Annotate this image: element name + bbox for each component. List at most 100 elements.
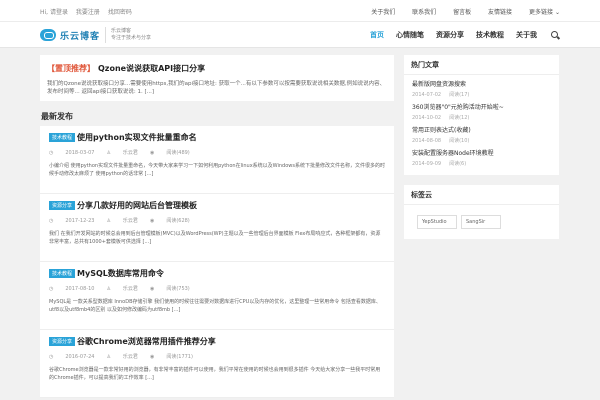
forgot-password-link[interactable]: 找回密码 <box>108 9 132 16</box>
hot-post-link[interactable]: 360浏览器"0"元抢购活动开始啦~ <box>412 102 551 111</box>
post-date: 2018-03-07 <box>65 150 95 156</box>
post-title[interactable]: 技术教程 MySQL数据库常用命令 <box>49 268 385 279</box>
eye-icon: ◉ <box>149 218 155 224</box>
post-meta: ◷ 2017-08-10 ♙ 乐云君 ◉ 阅读(753) <box>49 285 385 292</box>
post-item: 技术教程 使用python实现文件批量重命名 ◷ 2018-03-07 ♙ 乐云君 ◉ 阅读… <box>40 126 394 194</box>
list-item: 360浏览器"0"元抢购活动开始啦~ 2014-10-02 阅读(12) <box>412 102 551 125</box>
greeting-login-link[interactable]: Hi, 请登录 <box>40 9 68 16</box>
hot-post-meta: 2014-10-02 阅读(12) <box>412 114 551 121</box>
category-badge[interactable]: 技术教程 <box>49 133 76 142</box>
post-item: 技术教程 MySQL数据库常用命令 ◷ 2017-08-10 ♙ 乐云君 ◉ 阅读(753)… <box>40 262 394 330</box>
hot-post-meta: 2014-09-09 阅读(6) <box>412 160 551 167</box>
post-views: 阅读(628) <box>166 218 190 224</box>
top-link-more-label: 更多链接 <box>528 9 553 16</box>
nav-resources[interactable]: 资源分享 <box>436 30 464 40</box>
clock-icon: ◷ <box>49 150 54 156</box>
post-views: 阅读(753) <box>166 286 190 292</box>
main-content: 【置顶推荐】 Qzone说说获取API接口分享 我们的Qzone说说获取接口分享.… <box>40 55 394 398</box>
hot-post-link[interactable]: 最新版网盘资源搜索 <box>412 79 551 88</box>
section-title: 最新发布 <box>41 112 73 121</box>
post-excerpt: 我们 在我们开发网站的时候总会用到后台管理模板(MVC)以及WordPress(… <box>49 231 381 245</box>
sticky-post: 【置顶推荐】 Qzone说说获取API接口分享 我们的Qzone说说获取接口分享.… <box>40 55 394 101</box>
hot-post-date: 2014-10-02 <box>412 115 442 121</box>
hot-posts-widget: 热门文章 最新版网盘资源搜索 2014-07-02 阅读(17) 360浏览器"0… <box>404 55 559 175</box>
logo-divider <box>105 27 107 43</box>
sticky-post-title[interactable]: 【置顶推荐】 Qzone说说获取API接口分享 <box>47 63 387 74</box>
list-item: 最新版网盘资源搜索 2014-07-02 阅读(17) <box>412 79 551 102</box>
top-right-links: 关于我们 联系我们 留言板 友情链接 更多链接 ⌄ <box>356 7 560 16</box>
widget-title: 标签云 <box>404 185 559 205</box>
hot-post-meta: 2014-08-08 阅读(10) <box>412 137 551 144</box>
nav-home[interactable]: 首页 <box>370 30 384 40</box>
eye-icon: ◉ <box>149 150 155 156</box>
nav-tutorials[interactable]: 技术教程 <box>476 30 504 40</box>
sticky-title-text: Qzone说说获取API接口分享 <box>98 64 206 73</box>
search-icon[interactable] <box>551 30 560 40</box>
register-link[interactable]: 我要注册 <box>76 9 100 16</box>
category-badge[interactable]: 资源分享 <box>49 337 76 346</box>
post-author: 乐云君 <box>122 218 138 224</box>
post-meta: ◷ 2016-07-24 ♙ 乐云君 ◉ 阅读(1771) <box>49 353 385 360</box>
logo-subtitle-line2: 专注于技术与分享 <box>111 35 152 41</box>
post-date: 2017-08-10 <box>65 286 95 292</box>
post-meta: ◷ 2017-12-23 ♙ 乐云君 ◉ 阅读(628) <box>49 217 385 224</box>
post-title[interactable]: 资源分享 分享几款好用的网站后台管理模板 <box>49 200 385 211</box>
post-title-text: MySQL数据库常用命令 <box>77 269 164 278</box>
clock-icon: ◷ <box>49 354 54 360</box>
list-item: 常用正则表达式(收藏) 2014-08-08 阅读(10) <box>412 125 551 148</box>
post-meta: ◷ 2018-03-07 ♙ 乐云君 ◉ 阅读(489) <box>49 149 385 156</box>
post-title[interactable]: 资源分享 谷歌Chrome浏览器常用插件推荐分享 <box>49 336 385 347</box>
top-link-guestbook[interactable]: 留言板 <box>453 9 471 16</box>
category-badge[interactable]: 技术教程 <box>49 269 76 278</box>
user-icon: ♙ <box>106 286 111 292</box>
category-badge[interactable]: 资源分享 <box>49 201 76 210</box>
user-links: Hi, 请登录 我要注册 找回密码 <box>40 7 138 16</box>
post-author: 乐云君 <box>122 150 138 156</box>
eye-icon: ◉ <box>149 286 155 292</box>
top-link-friends[interactable]: 友情链接 <box>488 9 512 16</box>
tag-cloud-widget: 标签云 YepStudio SangSir <box>404 185 559 239</box>
main-nav: 首页 心情随笔 资源分享 技术教程 关于我 <box>358 22 560 48</box>
nav-mood[interactable]: 心情随笔 <box>396 30 424 40</box>
tag-chip[interactable]: YepStudio <box>417 215 457 229</box>
top-link-about[interactable]: 关于我们 <box>371 9 395 16</box>
sticky-tag: 【置顶推荐】 <box>47 64 95 73</box>
hot-post-views: 阅读(12) <box>449 115 470 121</box>
widget-title: 热门文章 <box>404 55 559 75</box>
hot-post-views: 阅读(10) <box>449 138 470 144</box>
chevron-down-icon: ⌄ <box>554 9 560 16</box>
post-views: 阅读(489) <box>166 150 190 156</box>
post-item: 资源分享 谷歌Chrome浏览器常用插件推荐分享 ◷ 2016-07-24 ♙ 乐云君 ◉… <box>40 330 394 398</box>
site-logo[interactable]: 乐云博客 乐云博客 专注于技术与分享 <box>40 25 151 45</box>
post-title-text: 谷歌Chrome浏览器常用插件推荐分享 <box>77 337 216 346</box>
logo-subtitle: 乐云博客 专注于技术与分享 <box>111 28 151 42</box>
hot-post-date: 2014-09-09 <box>412 161 442 167</box>
eye-icon: ◉ <box>149 354 155 360</box>
logo-text: 乐云博客 <box>60 31 101 42</box>
hot-post-link[interactable]: 安装配置服务器Node环境教程 <box>412 148 551 157</box>
cloud-logo-icon <box>40 29 56 41</box>
hot-posts-list: 最新版网盘资源搜索 2014-07-02 阅读(17) 360浏览器"0"元抢购活… <box>404 75 559 175</box>
user-icon: ♙ <box>106 218 111 224</box>
clock-icon: ◷ <box>49 218 54 224</box>
post-title-text: 使用python实现文件批量重命名 <box>77 133 197 142</box>
user-icon: ♙ <box>106 150 111 156</box>
post-date: 2016-07-24 <box>65 354 95 360</box>
top-bar: Hi, 请登录 我要注册 找回密码 关于我们 联系我们 留言板 友情链接 更多链… <box>0 0 600 22</box>
site-header: 乐云博客 乐云博客 专注于技术与分享 首页 心情随笔 资源分享 技术教程 关于我 <box>0 22 600 48</box>
post-views: 阅读(1771) <box>166 354 193 360</box>
tag-chip[interactable]: SangSir <box>461 215 501 229</box>
hot-post-views: 阅读(17) <box>449 92 470 98</box>
post-item: 资源分享 分享几款好用的网站后台管理模板 ◷ 2017-12-23 ♙ 乐云君 ◉ 阅读(6… <box>40 194 394 262</box>
sticky-post-excerpt: 我们的Qzone说说获取接口分享...需要使用https,我们的api接口地址:… <box>47 81 386 95</box>
sidebar: 热门文章 最新版网盘资源搜索 2014-07-02 阅读(17) 360浏览器"0… <box>404 55 559 249</box>
hot-post-date: 2014-08-08 <box>412 138 442 144</box>
top-link-contact[interactable]: 联系我们 <box>412 9 436 16</box>
post-title[interactable]: 技术教程 使用python实现文件批量重命名 <box>49 132 385 143</box>
hot-post-date: 2014-07-02 <box>412 92 442 98</box>
post-list: 技术教程 使用python实现文件批量重命名 ◷ 2018-03-07 ♙ 乐云君 ◉ 阅读… <box>40 126 394 398</box>
post-title-text: 分享几款好用的网站后台管理模板 <box>77 201 198 210</box>
top-link-more[interactable]: 更多链接 ⌄ <box>529 9 560 16</box>
nav-about[interactable]: 关于我 <box>516 30 537 40</box>
hot-post-link[interactable]: 常用正则表达式(收藏) <box>412 125 551 134</box>
